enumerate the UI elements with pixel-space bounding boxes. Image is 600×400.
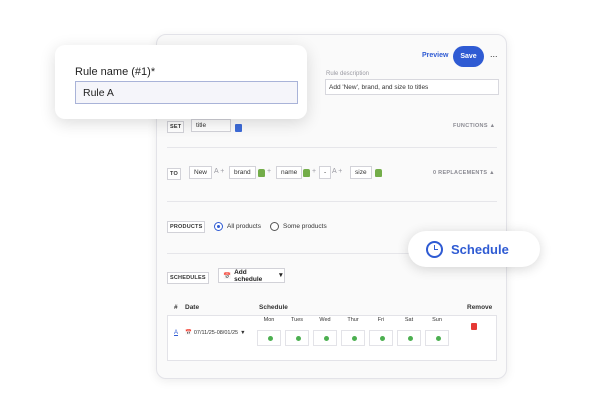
rule-description-field[interactable]: Add 'New', brand, and size to titles — [325, 79, 499, 95]
trash-icon[interactable] — [471, 323, 477, 330]
rule-name-card: Rule name (#1)* Rule A — [55, 45, 307, 119]
some-products-label: Some products — [283, 223, 327, 230]
all-products-radio[interactable] — [214, 222, 223, 231]
shopify-tag-icon — [258, 169, 265, 177]
date-range-value: 07/11/25-08/01/25 — [193, 330, 239, 336]
add-schedule-label: Add schedule — [234, 268, 263, 283]
clock-icon — [426, 240, 443, 258]
day-toggle-fri[interactable] — [369, 330, 393, 346]
day-toggle-wed[interactable] — [313, 330, 337, 346]
schedule-pill-label: Schedule — [451, 241, 509, 257]
token-new[interactable]: New — [189, 166, 213, 179]
day-header-wed: Wed — [319, 317, 331, 323]
row-index-link[interactable]: A — [174, 330, 178, 336]
field-type-icon — [235, 124, 242, 132]
table-row: A 📅 07/11/25-08/01/25 ▼ Mon Tues Wed Thu… — [167, 315, 497, 361]
day-header-thur: Thur — [347, 317, 359, 323]
day-toggle-mon[interactable] — [257, 330, 281, 346]
plus-icon: + — [267, 168, 272, 175]
functions-toggle[interactable]: FUNCTIONS ▲ — [453, 123, 495, 129]
calendar-icon: 📅 — [185, 330, 192, 336]
some-products-radio[interactable] — [270, 222, 279, 231]
text-type-icon: A + — [214, 168, 225, 175]
token-size[interactable]: size — [350, 166, 372, 179]
text-type-icon: A + — [332, 168, 343, 175]
all-products-label: All products — [227, 223, 261, 230]
set-keyword: SET — [167, 121, 185, 133]
active-dot — [379, 336, 385, 341]
token-brand[interactable]: brand — [229, 166, 256, 179]
preview-link[interactable]: Preview — [422, 52, 448, 59]
col-remove-header: Remove — [467, 304, 493, 311]
date-range-select[interactable]: 📅 07/11/25-08/01/25 ▼ — [185, 330, 246, 336]
divider — [167, 201, 497, 202]
day-header-sun: Sun — [432, 317, 442, 323]
save-button[interactable]: Save — [453, 46, 484, 67]
day-header-fri: Fri — [377, 317, 385, 323]
col-schedule-header: Schedule — [259, 304, 288, 311]
more-options-button[interactable]: ... — [490, 49, 498, 59]
active-dot — [267, 336, 273, 341]
replacements-toggle[interactable]: 0 REPLACEMENTS ▲ — [433, 170, 495, 176]
add-schedule-button[interactable]: 📅 Add schedule ▼ — [218, 268, 285, 283]
divider — [167, 147, 497, 148]
rule-description-label: Rule description — [326, 71, 370, 77]
calendar-icon: 📅 — [223, 272, 232, 280]
shopify-tag-icon — [375, 169, 382, 177]
col-num-header: # — [174, 304, 178, 311]
day-header-sat: Sat — [404, 317, 414, 323]
caret-down-icon: ▼ — [240, 330, 246, 336]
day-toggle-thur[interactable] — [341, 330, 365, 346]
schedule-pill[interactable]: Schedule — [408, 231, 540, 267]
day-toggle-sat[interactable] — [397, 330, 421, 346]
day-toggle-sun[interactable] — [425, 330, 449, 346]
active-dot — [407, 336, 413, 341]
rule-name-field[interactable]: Rule A — [75, 81, 298, 104]
schedules-keyword: SCHEDULES — [167, 272, 209, 284]
to-keyword: TO — [167, 168, 181, 180]
active-dot — [435, 336, 441, 341]
active-dot — [295, 336, 301, 341]
schedule-table: # Date Schedule Remove A 📅 07/11/25-08/0… — [167, 295, 497, 362]
products-keyword: PRODUCTS — [167, 221, 206, 233]
day-header-tues: Tues — [290, 317, 304, 323]
token-dash[interactable]: - — [319, 166, 332, 179]
col-date-header: Date — [185, 304, 200, 311]
caret-down-icon: ▼ — [277, 272, 284, 279]
shopify-tag-icon — [303, 169, 310, 177]
rule-name-label: Rule name (#1)* — [75, 66, 156, 78]
active-dot — [323, 336, 329, 341]
set-field-select[interactable]: title — [191, 119, 231, 132]
token-name[interactable]: name — [276, 166, 303, 179]
day-header-mon: Mon — [263, 317, 275, 323]
day-toggle-tues[interactable] — [285, 330, 309, 346]
active-dot — [351, 336, 357, 341]
plus-icon: + — [312, 168, 317, 175]
